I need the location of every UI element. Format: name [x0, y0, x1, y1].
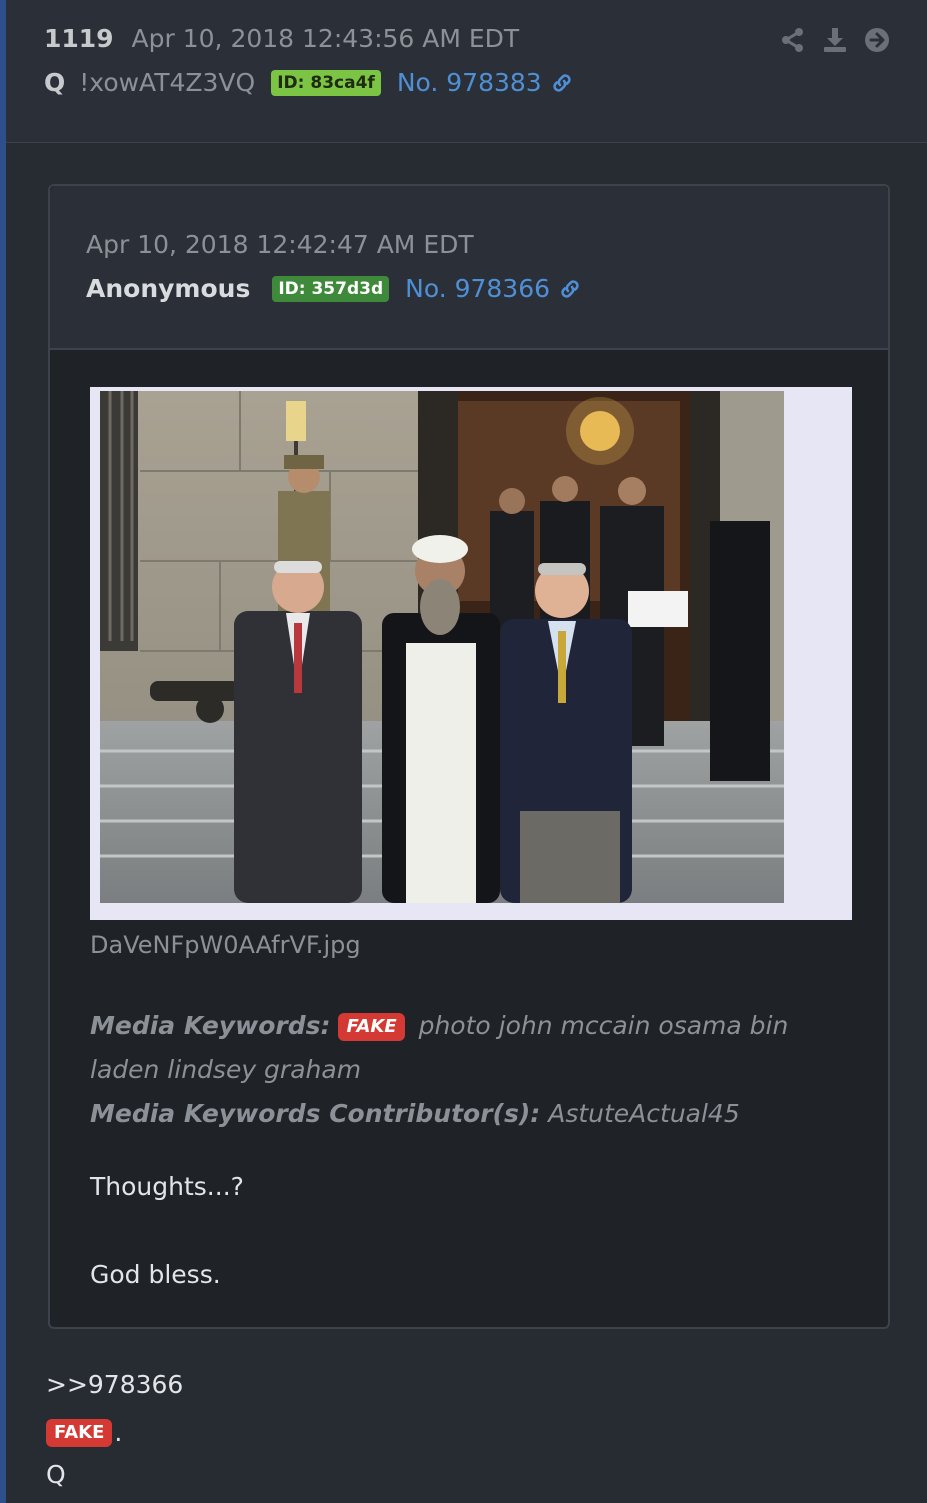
post-meta-line: 1119 Apr 10, 2018 12:43:56 AM EDT — [44, 24, 519, 53]
quoted-number-link-label: No. 978366 — [405, 274, 551, 303]
share-icon[interactable] — [779, 26, 807, 54]
post-accent-bar — [0, 0, 6, 1503]
post-date: Apr 10, 2018 12:43:56 AM EDT — [131, 24, 520, 53]
reply-fake-suffix: . — [114, 1418, 123, 1447]
post-number-link-label: No. 978383 — [396, 68, 542, 97]
contributors-text: AstuteActual45 — [548, 1099, 740, 1128]
post-tripcode: !xowAT4Z3VQ — [79, 68, 256, 97]
link-icon — [553, 73, 571, 92]
reply-reference-link[interactable]: >>978366 — [46, 1370, 183, 1399]
media-keywords-label: Media Keywords: — [90, 1011, 331, 1040]
link-icon — [561, 279, 579, 298]
post-number: 1119 — [44, 24, 114, 53]
photo-three-men — [100, 391, 784, 903]
media-keywords: Media Keywords: FAKE photo john mccain o… — [90, 1004, 850, 1136]
quoted-post-date: Apr 10, 2018 12:42:47 AM EDT — [86, 230, 474, 259]
post-id-badge[interactable]: ID: 83ca4f — [271, 69, 381, 96]
reply-fake-badge: FAKE — [46, 1418, 113, 1447]
post-author: Q — [44, 68, 66, 97]
fake-badge: FAKE — [338, 1013, 405, 1041]
quoted-post-header: Apr 10, 2018 12:42:47 AM EDT Anonymous I… — [50, 186, 888, 350]
post-header: 1119 Apr 10, 2018 12:43:56 AM EDT Q !xow… — [6, 0, 927, 143]
quoted-author-line: Anonymous ID: 357d3d No. 978366 — [86, 274, 582, 303]
quoted-id-badge[interactable]: ID: 357d3d — [272, 275, 390, 302]
post-actions — [779, 26, 891, 54]
image-filename[interactable]: DaVeNFpW0AAfrVF.jpg — [90, 931, 361, 959]
arrow-right-circle-icon[interactable] — [863, 26, 891, 54]
download-icon[interactable] — [821, 26, 849, 54]
reply-fake-line: FAKE . — [46, 1418, 122, 1447]
attached-image[interactable] — [90, 387, 852, 920]
quoted-author: Anonymous — [86, 274, 251, 303]
reply-signature: Q — [46, 1460, 66, 1489]
contributors-label: Media Keywords Contributor(s): — [90, 1099, 541, 1128]
quoted-body-line-1: Thoughts...? — [90, 1172, 244, 1201]
post-author-line: Q !xowAT4Z3VQ ID: 83ca4f No. 978383 — [44, 68, 574, 97]
quoted-body-line-2: God bless. — [90, 1260, 221, 1289]
quoted-number-link[interactable]: No. 978366 — [405, 274, 582, 303]
quoted-post: Apr 10, 2018 12:42:47 AM EDT Anonymous I… — [48, 184, 890, 1329]
post-number-link[interactable]: No. 978383 — [397, 68, 574, 97]
